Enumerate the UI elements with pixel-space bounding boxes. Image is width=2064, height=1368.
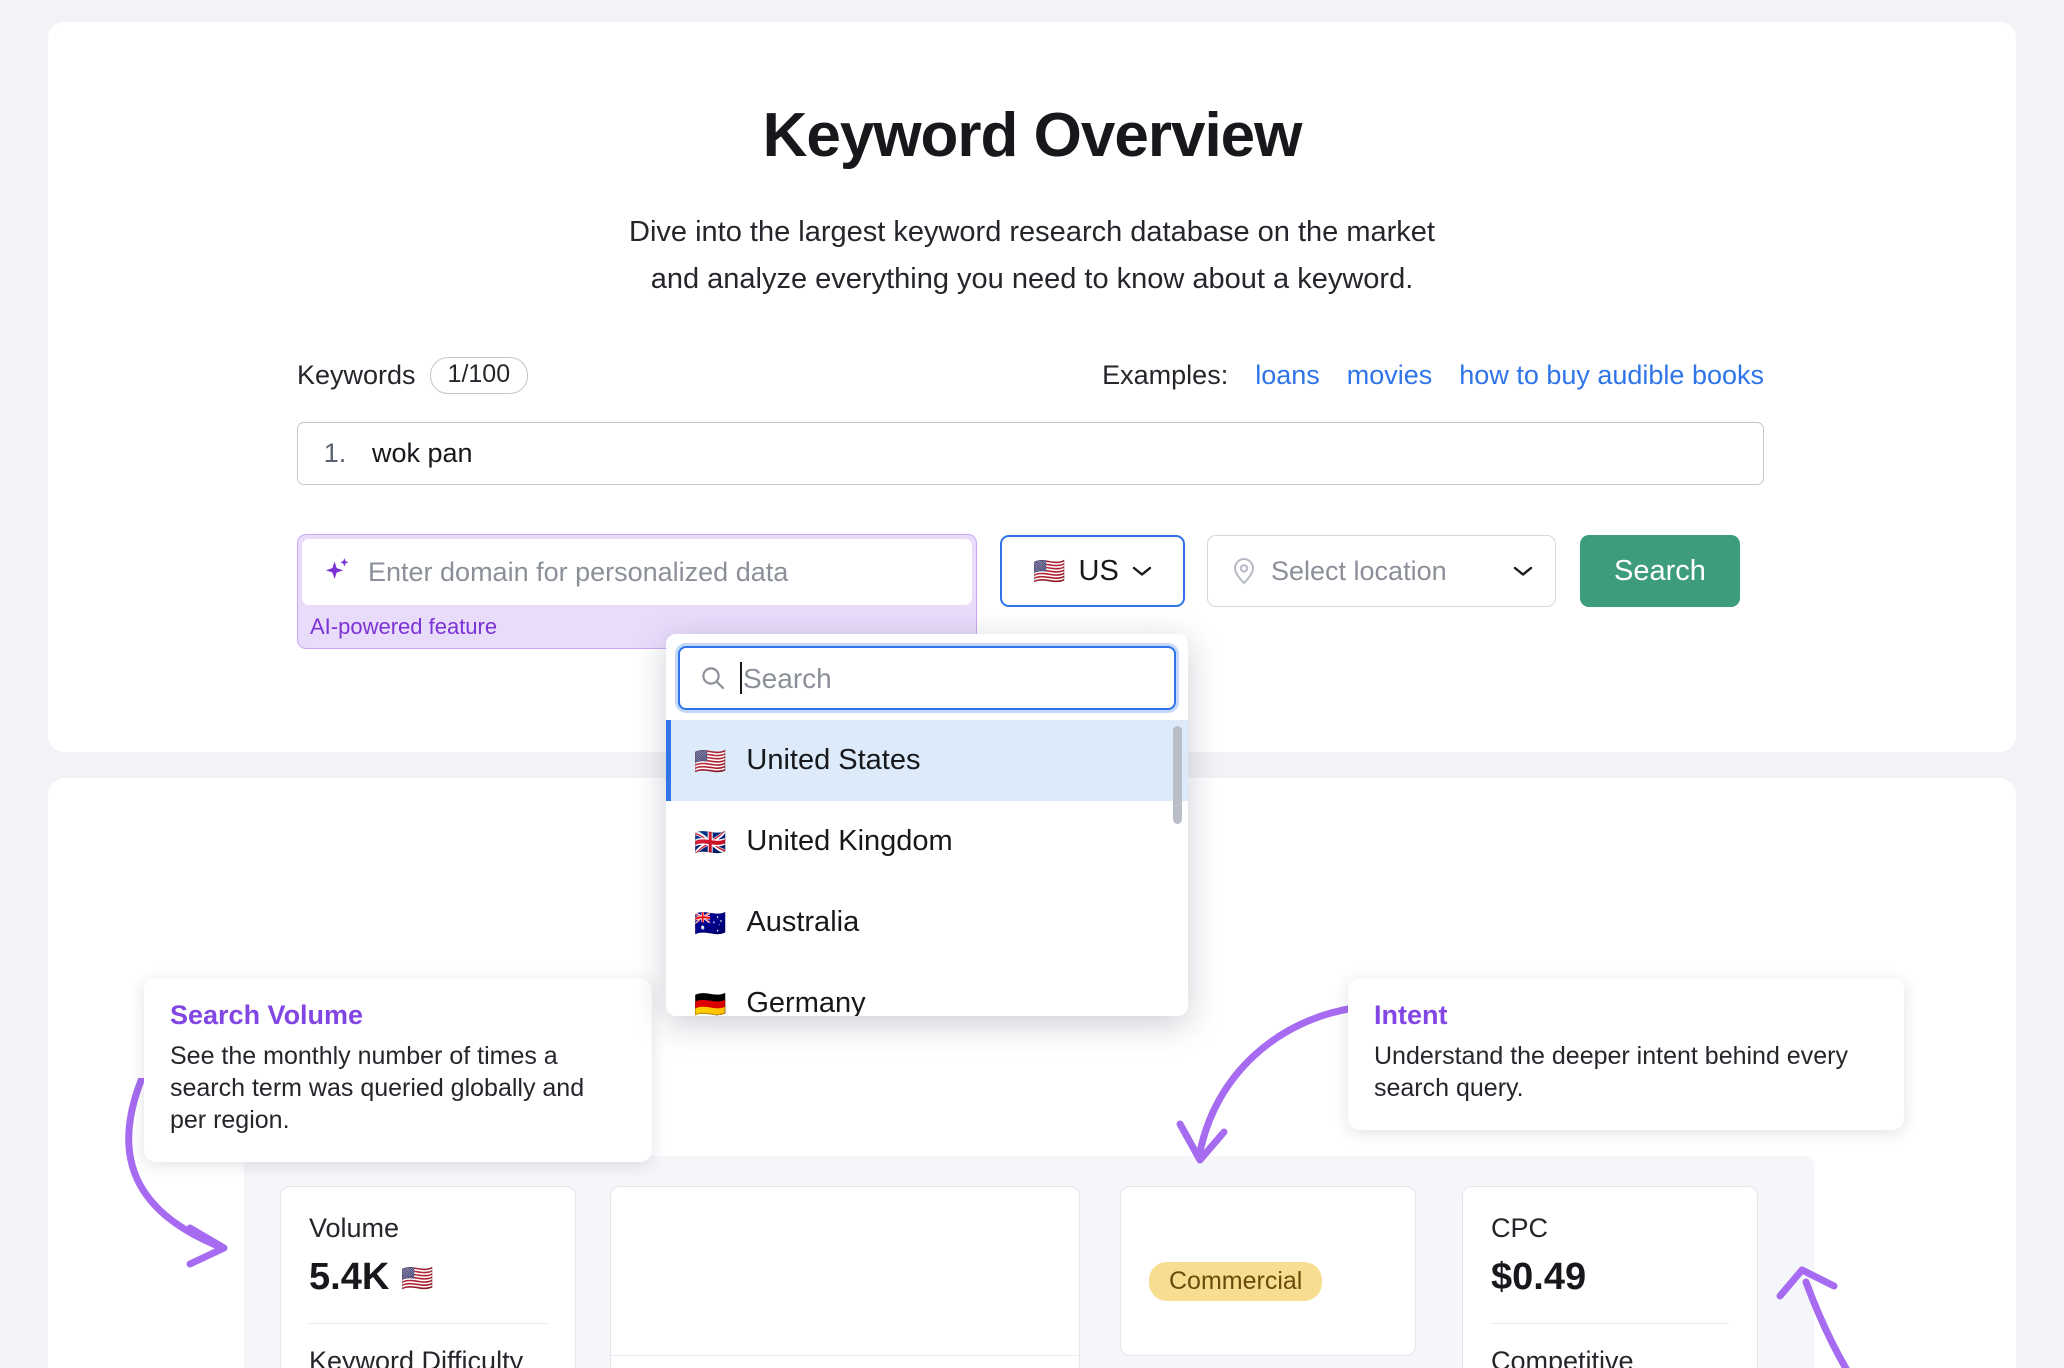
sparkle-icon bbox=[325, 558, 349, 579]
callout-intent: Intent Understand the deeper intent behi… bbox=[1348, 978, 1904, 1130]
divider bbox=[309, 1323, 547, 1324]
callout-body: See the monthly number of times a search… bbox=[170, 1042, 585, 1134]
intent-badge: Commercial bbox=[1149, 1262, 1323, 1301]
domain-input[interactable]: Enter domain for personalized data bbox=[302, 539, 972, 605]
example-link-audible[interactable]: how to buy audible books bbox=[1459, 360, 1764, 391]
subtitle-line-2: and analyze everything you need to know … bbox=[650, 263, 1414, 295]
page-title: Keyword Overview bbox=[762, 101, 1303, 170]
volume-value-row: 5.4K 🇺🇸 bbox=[309, 1256, 547, 1299]
cpc-value: $0.49 bbox=[1491, 1256, 1587, 1298]
location-placeholder: Select location bbox=[1271, 555, 1447, 586]
page-root: inside Volume 5.4K 🇺🇸 Keyword Difficulty… bbox=[0, 0, 2064, 1368]
keyword-difficulty-label: Keyword Difficulty bbox=[309, 1346, 524, 1368]
country-option-germany[interactable]: 🇩🇪 Germany bbox=[666, 963, 1188, 1016]
country-label: Germany bbox=[746, 987, 866, 1016]
competitive-density-label: Competitive Density bbox=[1491, 1346, 1634, 1368]
metric-card-geo-distribution: 🇮🇳 12K bbox=[610, 1186, 1080, 1368]
us-flag-icon: 🇺🇸 bbox=[401, 1262, 434, 1293]
australia-flag-icon: 🇦🇺 bbox=[694, 907, 727, 938]
example-link-movies[interactable]: movies bbox=[1347, 360, 1433, 391]
text-cursor bbox=[740, 661, 742, 694]
metric-card-volume: Volume 5.4K 🇺🇸 Keyword Difficulty bbox=[280, 1186, 576, 1368]
us-flag-icon: 🇺🇸 bbox=[694, 745, 727, 776]
keywords-counter: 1/100 bbox=[429, 357, 529, 394]
domain-field-wrapper: Enter domain for personalized data AI-po… bbox=[297, 534, 977, 649]
chevron-down-icon bbox=[1513, 566, 1533, 576]
callout-search-volume: Search Volume See the monthly number of … bbox=[144, 978, 652, 1162]
keywords-label-group: Keywords 1/100 bbox=[297, 357, 529, 394]
us-flag-icon: 🇺🇸 bbox=[1033, 556, 1066, 586]
callout-body: Understand the deeper intent behind ever… bbox=[1374, 1042, 1848, 1102]
country-option-united-kingdom[interactable]: 🇬🇧 United Kingdom bbox=[666, 801, 1188, 882]
keywords-label: Keywords bbox=[297, 360, 416, 390]
dropdown-search-placeholder: Search bbox=[740, 661, 832, 695]
country-dropdown: Search 🇺🇸 United States 🇬🇧 United Kingdo… bbox=[666, 634, 1188, 1016]
volume-value: 5.4K bbox=[309, 1256, 390, 1298]
keywords-row: Keywords 1/100 Examples: loans movies ho… bbox=[297, 357, 1764, 394]
examples-links: loans movies how to buy audible books bbox=[1255, 360, 1764, 391]
metric-card-intent: Intent Commercial bbox=[1120, 1186, 1416, 1356]
location-selector-button[interactable]: Select location bbox=[1207, 535, 1556, 607]
dropdown-scrollbar[interactable] bbox=[1173, 726, 1182, 824]
divider bbox=[1491, 1323, 1729, 1324]
cpc-label: CPC bbox=[1491, 1213, 1549, 1243]
germany-flag-icon: 🇩🇪 bbox=[694, 988, 727, 1017]
search-icon bbox=[702, 667, 725, 690]
keyword-value: wok pan bbox=[372, 438, 473, 468]
metric-card-cpc: CPC $0.49 Competitive Density bbox=[1462, 1186, 1758, 1368]
arrow-intent-icon bbox=[1176, 1004, 1358, 1164]
country-label: United States bbox=[746, 744, 921, 776]
metrics-board: Volume 5.4K 🇺🇸 Keyword Difficulty 🇮🇳 12K bbox=[244, 1156, 1814, 1368]
country-option-australia[interactable]: 🇦🇺 Australia bbox=[666, 882, 1188, 963]
geo-row: 🇮🇳 12K bbox=[611, 1355, 1079, 1368]
country-selector-label: US bbox=[1078, 554, 1119, 587]
search-button[interactable]: Search bbox=[1580, 535, 1740, 607]
callout-heading: Search Volume bbox=[170, 1000, 364, 1030]
examples-label: Examples: bbox=[1102, 360, 1229, 390]
examples-group: Examples: loans movies how to buy audibl… bbox=[1102, 360, 1764, 391]
dropdown-search-wrapper: Search bbox=[666, 634, 1188, 720]
volume-label: Volume bbox=[309, 1213, 400, 1243]
callout-heading: Intent bbox=[1374, 1000, 1448, 1030]
country-list[interactable]: 🇺🇸 United States 🇬🇧 United Kingdom 🇦🇺 Au… bbox=[666, 720, 1188, 1016]
country-label: Australia bbox=[746, 906, 860, 938]
subtitle-line-1: Dive into the largest keyword research d… bbox=[629, 216, 1435, 248]
country-label: United Kingdom bbox=[746, 825, 953, 857]
keyword-row-number: 1. bbox=[323, 438, 347, 468]
dropdown-search-input[interactable]: Search bbox=[678, 646, 1176, 710]
domain-input-placeholder: Enter domain for personalized data bbox=[368, 556, 789, 587]
location-pin-icon bbox=[1233, 557, 1255, 585]
country-selector-button[interactable]: 🇺🇸 US bbox=[1000, 535, 1185, 607]
country-option-united-states[interactable]: 🇺🇸 United States bbox=[666, 720, 1188, 801]
page-subtitle: Dive into the largest keyword research d… bbox=[48, 209, 2016, 303]
uk-flag-icon: 🇬🇧 bbox=[694, 826, 727, 857]
keyword-input[interactable]: 1. wok pan bbox=[297, 422, 1764, 485]
example-link-loans[interactable]: loans bbox=[1255, 360, 1320, 391]
chevron-down-icon bbox=[1132, 566, 1152, 576]
